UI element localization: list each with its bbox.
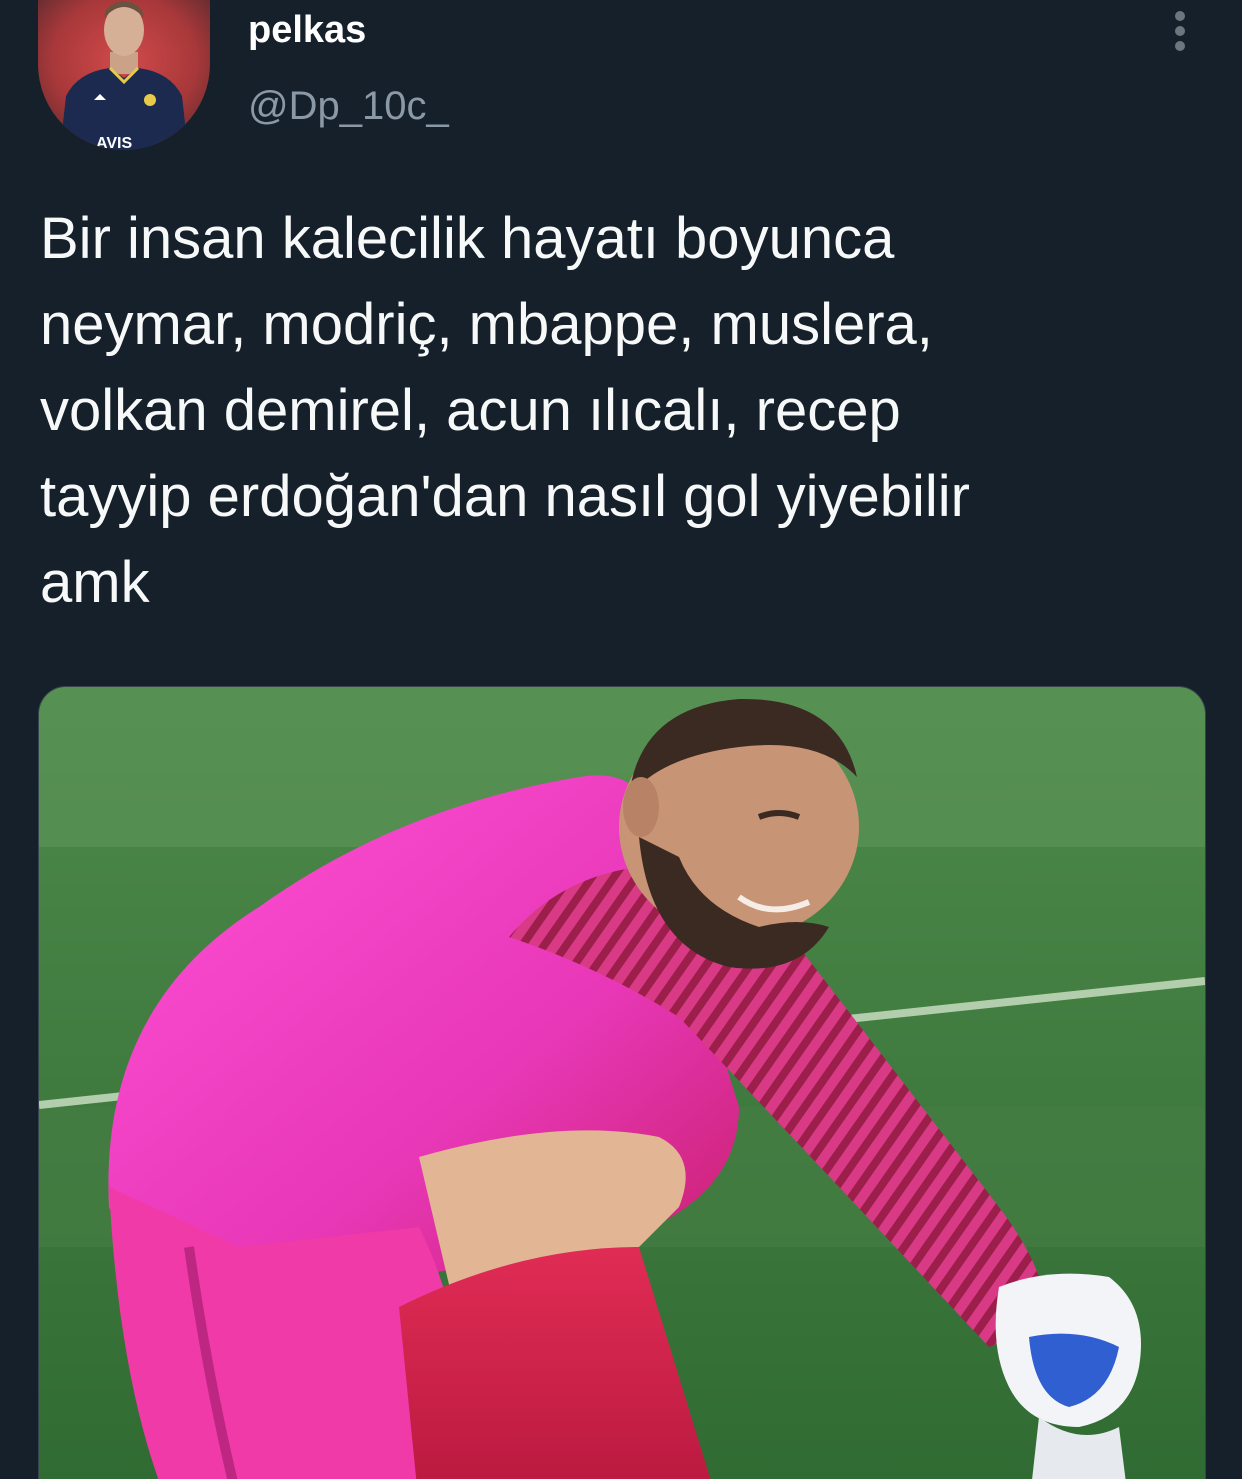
- tweet-media-image[interactable]: [38, 686, 1206, 1479]
- display-name[interactable]: pelkas: [248, 8, 366, 52]
- more-vertical-icon[interactable]: [1160, 8, 1200, 52]
- tweet[interactable]: AVIS pelkas @Dp_10c_ Bir insan kalecilik…: [0, 0, 1242, 1479]
- avatar[interactable]: AVIS: [38, 0, 210, 150]
- avatar-jersey-text: AVIS: [96, 135, 132, 150]
- tweet-text: Bir insan kalecilik hayatı boyunca neyma…: [40, 206, 970, 615]
- user-handle[interactable]: @Dp_10c_: [248, 82, 449, 130]
